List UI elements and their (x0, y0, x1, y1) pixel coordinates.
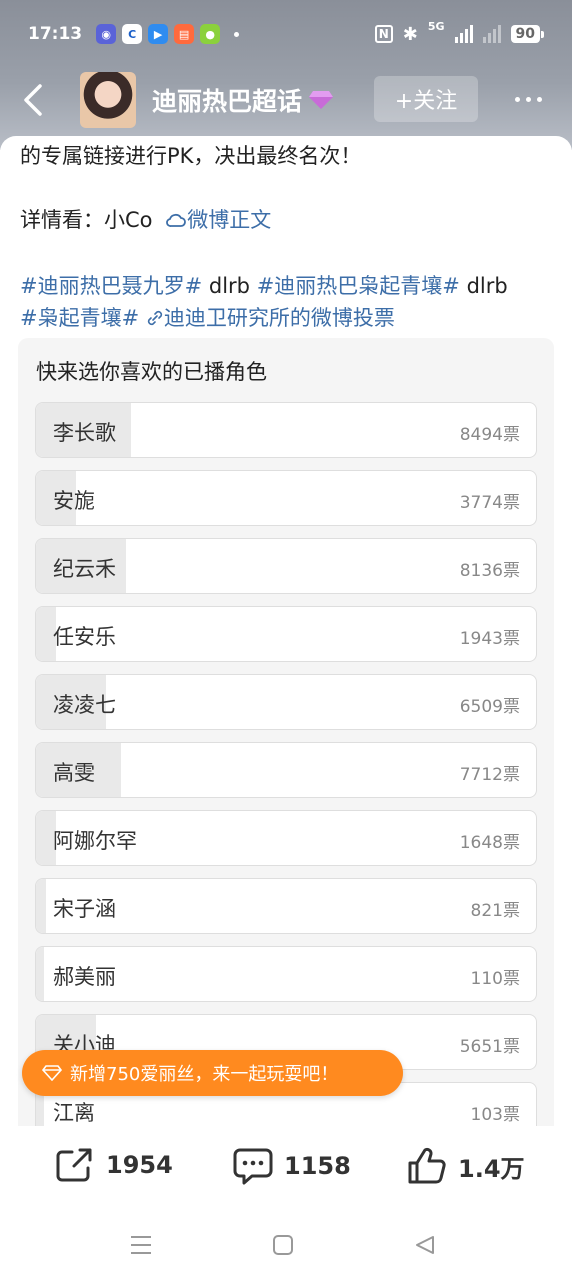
poll-option-name: 郝美丽 (53, 965, 116, 989)
topic-link[interactable]: #迪丽热巴枭起青壤# (257, 274, 460, 298)
status-time: 17:13 (28, 24, 83, 44)
poll-option[interactable]: 李长歌 8494票 (35, 402, 537, 458)
more-dot (536, 96, 542, 102)
poll-option-votes: 8136票 (459, 561, 520, 581)
post-text-line: 的专属链接进行PK，决出最终名次！ (20, 144, 362, 168)
more-notifications-dot (234, 31, 240, 37)
app-notification-icon: C (122, 24, 143, 44)
notification-icons: ◉ C ▶ ▤ ● (96, 24, 240, 44)
poll-option[interactable]: 宋子涵 821票 (35, 878, 537, 934)
poll-option[interactable]: 阿娜尔罕 1648票 (35, 810, 537, 866)
poll-option-name: 安旎 (53, 489, 95, 513)
post-action-bar: 1954 1158 1.4万 (0, 1126, 572, 1210)
poll-option-fill (36, 947, 44, 1001)
toast-text: 新增750爱丽丝，来一起玩耍吧！ (70, 1064, 339, 1085)
poll-option-votes: 1943票 (459, 629, 520, 649)
system-back-button[interactable] (412, 1232, 438, 1258)
poll-option-name: 纪云禾 (53, 557, 116, 581)
post-details-line: 详情看：小Co 微博正文 (20, 204, 271, 234)
topic-link[interactable]: #枭起青壤# (20, 306, 139, 330)
menu-icon (131, 1236, 151, 1254)
post-topics-line: #迪丽热巴聂九罗# dlrb #迪丽热巴枭起青壤# dlrb (20, 270, 508, 300)
top-nav-bar: 迪丽热巴超话 +关注 (0, 70, 572, 130)
poll-option-votes: 8494票 (459, 425, 520, 445)
poll-option-name: 江离 (53, 1101, 95, 1125)
poll-option[interactable]: 郝美丽 110票 (35, 946, 537, 1002)
post-topics-line-2: #枭起青壤# 迪迪卫研究所的微博投票 (20, 302, 395, 332)
home-button[interactable] (270, 1232, 296, 1258)
poll-option-votes: 1648票 (459, 833, 520, 853)
share-icon (56, 1148, 92, 1182)
menu-button[interactable] (128, 1232, 154, 1258)
system-nav-bar (0, 1210, 572, 1280)
chevron-left-icon (24, 84, 42, 116)
like-count: 1.4万 (458, 1154, 525, 1183)
poll-option-name: 阿娜尔罕 (53, 829, 137, 853)
back-button[interactable] (18, 82, 48, 118)
weibo-link-text: 微博正文 (187, 208, 272, 232)
poll-option-name: 宋子涵 (53, 897, 116, 921)
square-home-icon (273, 1235, 293, 1255)
post-content: 的专属链接进行PK，决出最终名次！ 详情看：小Co 微博正文 #迪丽热巴聂九罗#… (0, 136, 572, 1126)
diamond-icon (42, 1065, 62, 1081)
poll-option-votes: 103票 (470, 1105, 520, 1125)
poll-option-votes: 7712票 (459, 765, 520, 785)
poll-option[interactable]: 凌凌七 6509票 (35, 674, 537, 730)
app-notification-icon: ▤ (174, 24, 195, 44)
diamond-badge-icon (309, 91, 334, 109)
poll-option-votes: 110票 (470, 969, 520, 989)
poll-card: 快来选你喜欢的已播角色 李长歌 8494票安旎 3774票纪云禾 8136票任安乐 19… (18, 338, 554, 1126)
page-title: 迪丽热巴超话 (152, 87, 303, 116)
triangle-back-icon (416, 1236, 434, 1254)
poll-option[interactable]: 高雯 7712票 (35, 742, 537, 798)
nfc-icon: N (374, 25, 393, 43)
poll-option-votes: 6509票 (459, 697, 520, 717)
poll-option-name: 凌凌七 (53, 693, 116, 717)
like-button[interactable]: 1.4万 (406, 1146, 525, 1186)
plain-text: dlrb (202, 274, 257, 298)
poll-option-name: 任安乐 (53, 625, 116, 649)
more-dot (514, 96, 520, 102)
comment-count: 1158 (284, 1152, 351, 1180)
vote-link[interactable]: 迪迪卫研究所的微博投票 (146, 306, 395, 330)
plain-text: dlrb (459, 274, 508, 298)
signal-icon (454, 25, 473, 43)
vote-link-text: 迪迪卫研究所的微博投票 (163, 306, 395, 330)
poll-option-votes: 821票 (470, 901, 520, 921)
details-prefix: 详情看：小Co (20, 208, 153, 232)
weibo-link[interactable]: 微博正文 (159, 208, 271, 232)
bluetooth-icon: ✱ (402, 23, 418, 45)
poll-title: 快来选你喜欢的已播角色 (36, 360, 267, 384)
supertopic-avatar[interactable] (80, 72, 136, 128)
app-notification-icon: ● (200, 24, 221, 44)
more-dot (525, 96, 531, 102)
status-bar: 17:13 ◉ C ▶ ▤ ● N ✱ 5G 90 (0, 0, 572, 68)
fan-count-toast[interactable]: 新增750爱丽丝，来一起玩耍吧！ (22, 1050, 403, 1096)
thumbs-up-icon (408, 1147, 446, 1184)
topic-link[interactable]: #迪丽热巴聂九罗# (20, 274, 202, 298)
poll-option[interactable]: 纪云禾 8136票 (35, 538, 537, 594)
poll-option[interactable]: 安旎 3774票 (35, 470, 537, 526)
more-options-button[interactable] (508, 84, 548, 114)
supertopic-title-wrap[interactable]: 迪丽热巴超话 (152, 82, 334, 118)
app-notification-icon: ▶ (148, 24, 169, 44)
poll-option[interactable]: 任安乐 1943票 (35, 606, 537, 662)
network-type: 5G (427, 19, 445, 33)
poll-option-name: 李长歌 (53, 421, 116, 445)
poll-option-name: 高雯 (53, 761, 95, 785)
comment-icon (233, 1148, 273, 1185)
poll-option-votes: 5651票 (459, 1037, 520, 1057)
cloud-icon (166, 213, 187, 227)
comment-button[interactable]: 1158 (232, 1146, 351, 1186)
link-icon (147, 310, 162, 326)
signal-icon-secondary (482, 25, 501, 43)
share-count: 1954 (106, 1151, 173, 1179)
poll-option-fill (36, 879, 46, 933)
follow-button[interactable]: +关注 (374, 76, 478, 122)
battery-indicator: 90 (510, 25, 545, 43)
share-button[interactable]: 1954 (54, 1146, 173, 1184)
app-notification-icon: ◉ (96, 24, 117, 44)
poll-option-votes: 3774票 (459, 493, 520, 513)
